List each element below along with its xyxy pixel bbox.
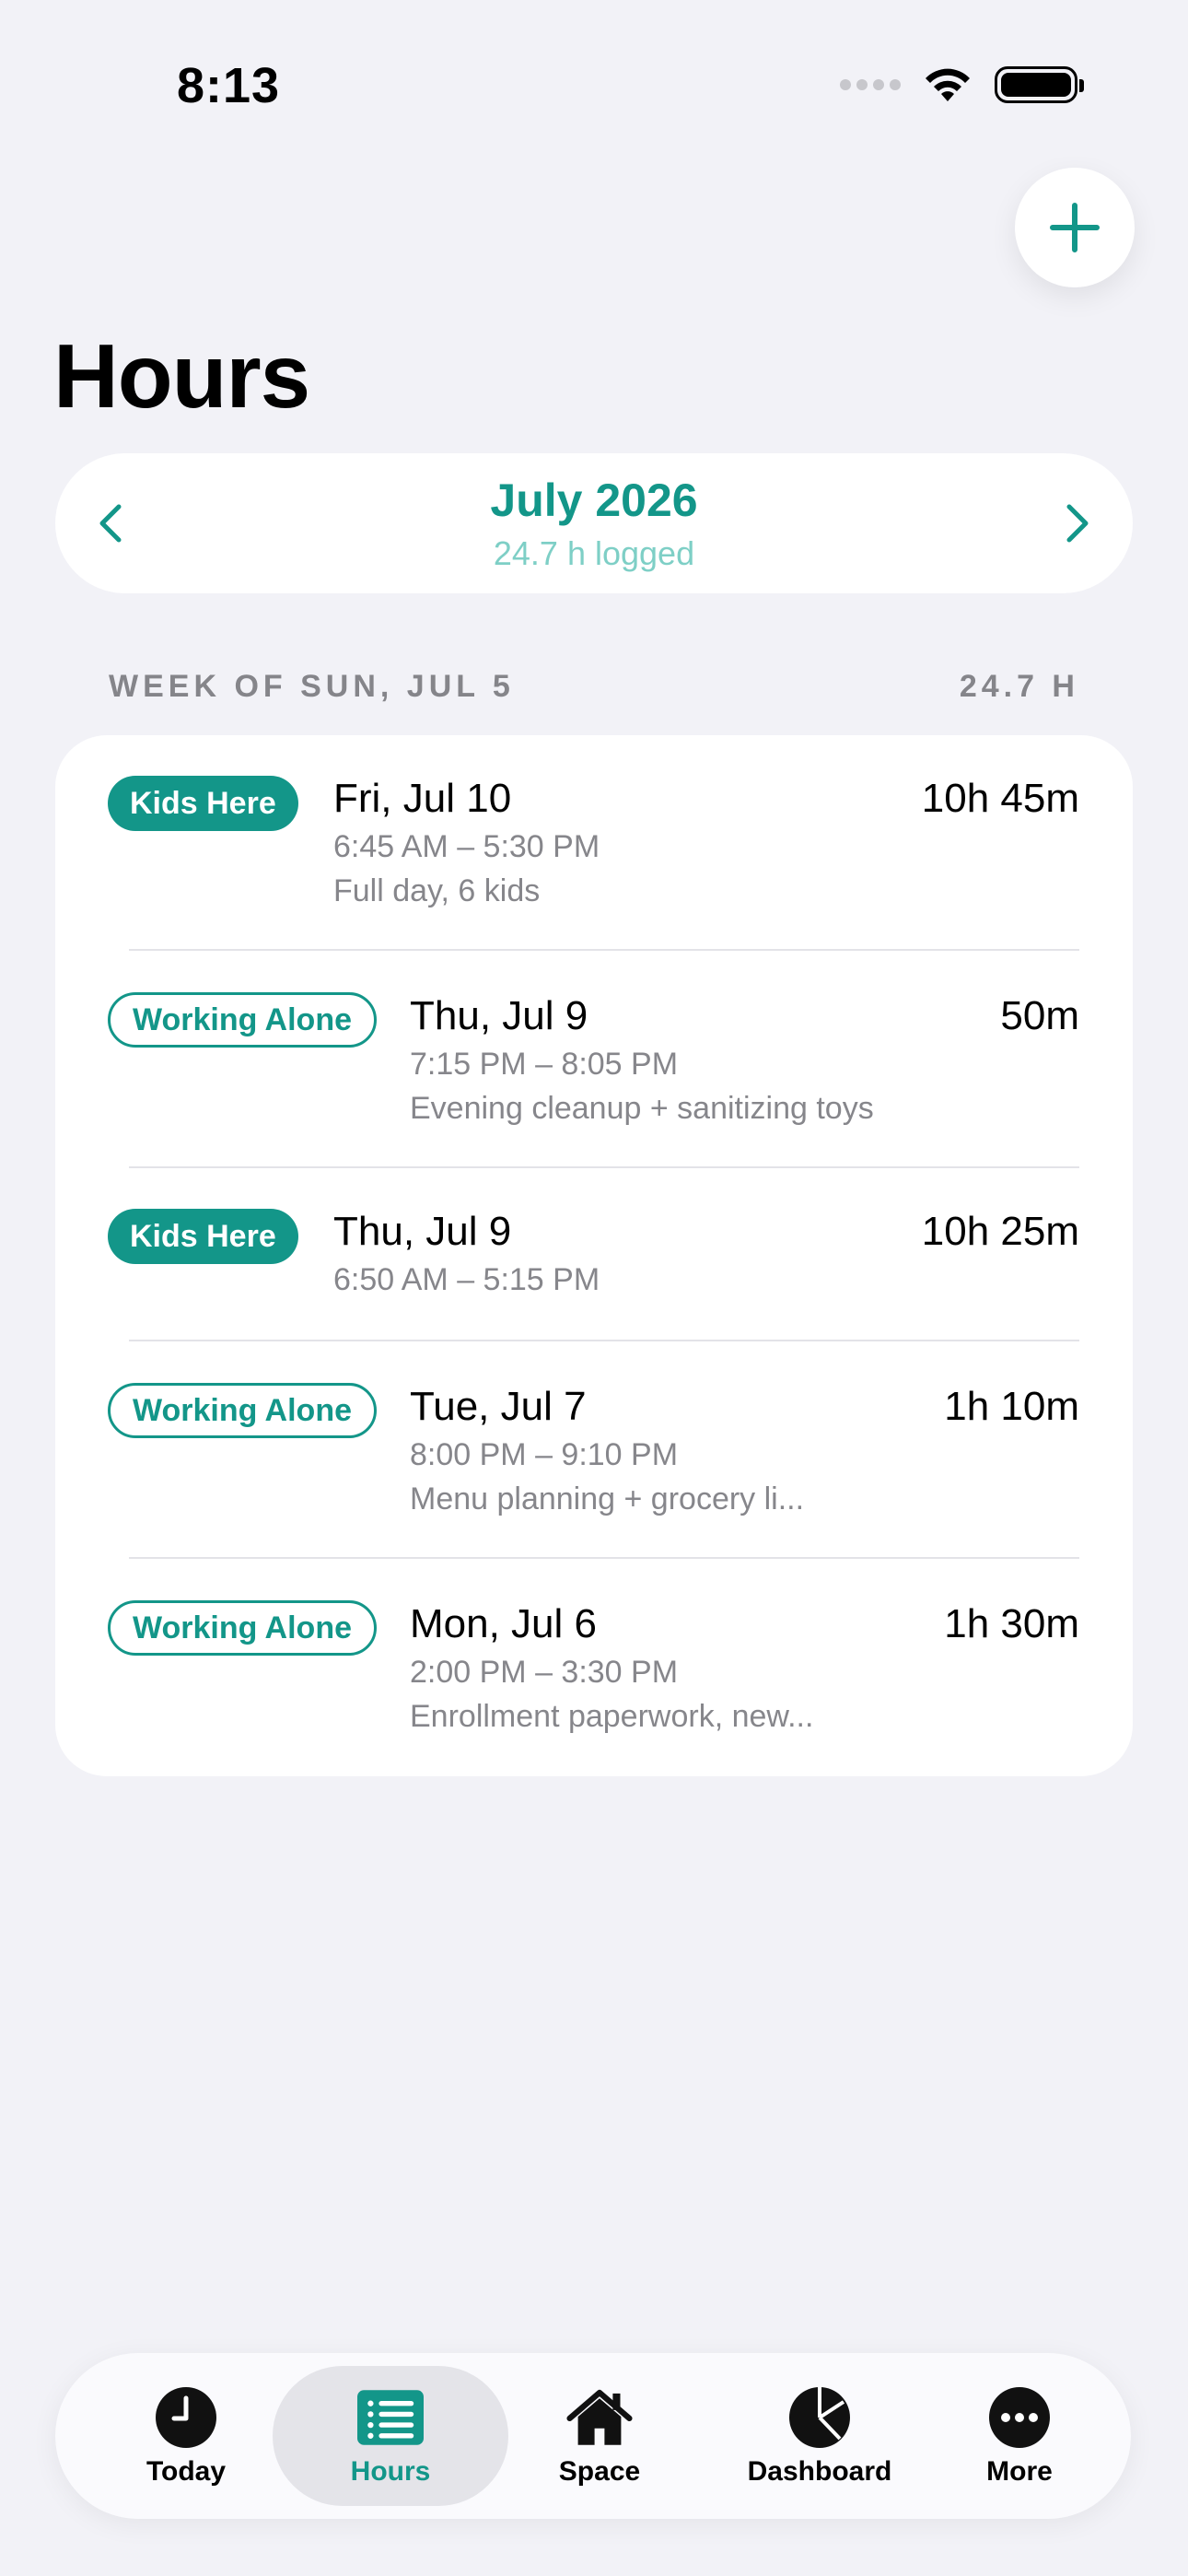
tab-label: Dashboard bbox=[747, 2456, 892, 2487]
tab-label: Today bbox=[146, 2456, 227, 2487]
entry-type-badge: Working Alone bbox=[108, 992, 377, 1048]
entry-row[interactable]: Working Alone Tue, Jul 7 1h 10m 8:00 PM … bbox=[55, 1341, 1133, 1557]
entry-note: Full day, 6 kids bbox=[333, 873, 541, 908]
add-entry-button[interactable] bbox=[1015, 168, 1135, 287]
entry-time-range: 6:45 AM – 5:30 PM bbox=[333, 829, 600, 864]
tab-space[interactable]: Space bbox=[512, 2366, 687, 2506]
status-icons bbox=[840, 64, 1084, 105]
tab-today[interactable]: Today bbox=[103, 2366, 269, 2506]
list-icon bbox=[357, 2384, 424, 2451]
battery-icon bbox=[995, 66, 1084, 103]
entry-date: Fri, Jul 10 bbox=[333, 776, 512, 821]
entry-time-range: 6:50 AM – 5:15 PM bbox=[333, 1262, 600, 1297]
tab-label: Hours bbox=[350, 2456, 431, 2487]
entry-date: Mon, Jul 6 bbox=[410, 1601, 597, 1646]
house-icon bbox=[566, 2384, 633, 2451]
pie-chart-icon bbox=[786, 2384, 853, 2451]
month-selector: July 2026 24.7 h logged bbox=[55, 453, 1133, 593]
entries-list: Kids Here Fri, Jul 10 10h 45m 6:45 AM – … bbox=[55, 735, 1133, 1776]
entry-duration: 50m bbox=[1000, 993, 1079, 1038]
status-time: 8:13 bbox=[177, 58, 281, 113]
hours-screen: 8:13 Hours July 2026 24.7 h logged WEEK … bbox=[0, 0, 1188, 2576]
tab-label: More bbox=[986, 2456, 1053, 2487]
entry-type-badge: Kids Here bbox=[108, 776, 298, 831]
week-section-header: WEEK OF SUN, JUL 5 24.7 H bbox=[109, 669, 1079, 705]
next-month-button[interactable] bbox=[1022, 453, 1133, 593]
week-total: 24.7 H bbox=[959, 669, 1079, 704]
ellipsis-icon bbox=[986, 2384, 1053, 2451]
entry-date: Thu, Jul 9 bbox=[410, 993, 588, 1038]
tab-more[interactable]: More bbox=[950, 2366, 1089, 2506]
entry-duration: 1h 30m bbox=[944, 1601, 1079, 1646]
wifi-icon bbox=[926, 68, 970, 101]
entry-type-badge: Working Alone bbox=[108, 1383, 377, 1438]
page-title: Hours bbox=[53, 325, 310, 427]
plus-icon bbox=[1050, 203, 1100, 252]
entry-note: Menu planning + grocery li... bbox=[410, 1481, 805, 1516]
entry-note: Enrollment paperwork, new... bbox=[410, 1699, 814, 1734]
entry-row[interactable]: Working Alone Mon, Jul 6 1h 30m 2:00 PM … bbox=[55, 1559, 1133, 1776]
tab-label: Space bbox=[558, 2456, 641, 2487]
entry-note: Evening cleanup + sanitizing toys bbox=[410, 1091, 874, 1126]
entry-time-range: 2:00 PM – 3:30 PM bbox=[410, 1655, 679, 1690]
week-title: WEEK OF SUN, JUL 5 bbox=[109, 669, 515, 704]
clock-icon bbox=[153, 2384, 219, 2451]
entry-time-range: 7:15 PM – 8:05 PM bbox=[410, 1047, 679, 1082]
entry-duration: 10h 25m bbox=[921, 1209, 1079, 1254]
entry-row[interactable]: Kids Here Thu, Jul 9 10h 25m 6:50 AM – 5… bbox=[55, 1168, 1133, 1340]
chevron-right-icon bbox=[1066, 504, 1089, 543]
entry-duration: 10h 45m bbox=[921, 776, 1079, 821]
entry-type-badge: Kids Here bbox=[108, 1209, 298, 1264]
month-hours-logged: 24.7 h logged bbox=[493, 534, 695, 572]
tab-dashboard[interactable]: Dashboard bbox=[709, 2366, 930, 2506]
entry-duration: 1h 10m bbox=[944, 1384, 1079, 1429]
entry-row[interactable]: Working Alone Thu, Jul 9 50m 7:15 PM – 8… bbox=[55, 951, 1133, 1166]
entry-row[interactable]: Kids Here Fri, Jul 10 10h 45m 6:45 AM – … bbox=[55, 735, 1133, 949]
entry-date: Tue, Jul 7 bbox=[410, 1384, 587, 1429]
tab-hours[interactable]: Hours bbox=[273, 2366, 508, 2506]
entry-type-badge: Working Alone bbox=[108, 1600, 377, 1656]
cellular-signal-icon bbox=[840, 79, 901, 90]
entry-time-range: 8:00 PM – 9:10 PM bbox=[410, 1437, 679, 1472]
tab-bar: Today Hours Space Dashboard More bbox=[55, 2353, 1131, 2519]
entry-date: Thu, Jul 9 bbox=[333, 1209, 512, 1254]
month-title: July 2026 bbox=[490, 474, 698, 526]
